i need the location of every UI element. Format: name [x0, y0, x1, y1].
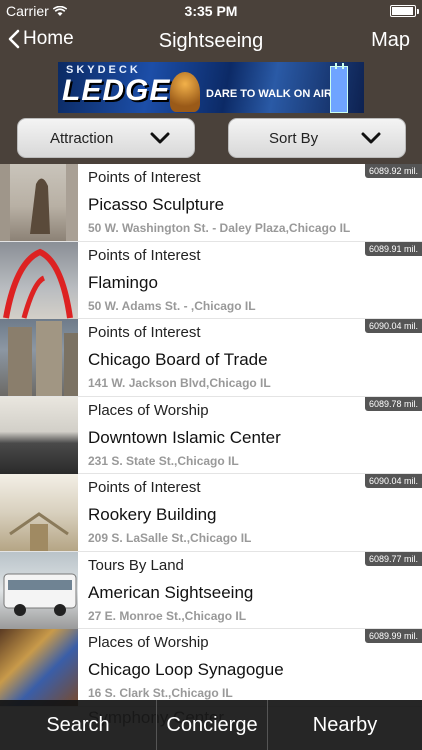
- chevron-down-icon: [361, 132, 381, 144]
- distance-badge: 6090.04 mil.: [364, 474, 422, 488]
- chevron-left-icon: [8, 29, 20, 49]
- chevron-down-icon: [150, 132, 170, 144]
- item-name: American Sightseeing: [88, 582, 254, 602]
- attraction-dropdown[interactable]: Attraction: [17, 118, 195, 158]
- home-back-button[interactable]: Home: [8, 28, 74, 50]
- item-category: Points of Interest: [88, 479, 201, 496]
- distance-badge: 6089.99 mil.: [364, 629, 422, 643]
- item-address: 16 S. Clark St.,Chicago IL: [88, 686, 233, 700]
- banner-tagline: DARE TO WALK ON AIR: [206, 88, 332, 100]
- item-category: Points of Interest: [88, 246, 201, 264]
- list-item[interactable]: Points of Interest Chicago Board of Trad…: [0, 319, 422, 397]
- battery-fill: [392, 7, 413, 15]
- islamic-center-thumbnail: [0, 396, 78, 474]
- item-name: Flamingo: [88, 272, 158, 292]
- map-button[interactable]: Map: [371, 29, 410, 52]
- sort-by-dropdown[interactable]: Sort By: [228, 118, 406, 158]
- item-address: 50 W. Washington St. - Daley Plaza,Chica…: [88, 221, 351, 235]
- skydeck-ad-banner[interactable]: SKYDECK LEDGE DARE TO WALK ON AIR: [58, 62, 364, 113]
- picasso-sculpture-thumbnail: [0, 164, 78, 241]
- nav-bar: Home Sightseeing Map: [0, 24, 422, 60]
- list-item[interactable]: Tours By Land American Sightseeing 27 E.…: [0, 551, 422, 629]
- item-name: Chicago Loop Synagogue: [88, 660, 284, 679]
- item-address: 231 S. State St.,Chicago IL: [88, 453, 239, 468]
- distance-badge: 6090.04 mil.: [364, 319, 422, 333]
- item-category: Places of Worship: [88, 401, 209, 419]
- item-address: 141 W. Jackson Blvd,Chicago IL: [88, 376, 271, 390]
- sort-by-dropdown-label: Sort By: [269, 129, 319, 147]
- tour-bus-thumbnail: [0, 551, 78, 629]
- status-bar: Carrier 3:35 PM: [0, 0, 422, 22]
- item-address: 27 E. Monroe St.,Chicago IL: [88, 608, 247, 623]
- item-name: Rookery Building: [88, 505, 217, 524]
- attraction-dropdown-label: Attraction: [50, 129, 114, 147]
- list-item[interactable]: Points of Interest Picasso Sculpture 50 …: [0, 164, 422, 242]
- item-category: Places of Worship: [88, 634, 209, 651]
- board-of-trade-thumbnail: [0, 319, 78, 396]
- synagogue-thumbnail: [0, 629, 78, 706]
- distance-badge: 6089.77 mil.: [364, 551, 422, 566]
- item-address: 209 S. LaSalle St.,Chicago IL: [88, 531, 252, 545]
- banner-person-image: [170, 72, 200, 112]
- banner-tower-image: [330, 63, 348, 113]
- item-address: 50 W. Adams St. - ,Chicago IL: [88, 298, 256, 313]
- back-label: Home: [23, 28, 74, 49]
- clock: 3:35 PM: [184, 3, 238, 19]
- list-item[interactable]: Places of Worship Downtown Islamic Cente…: [0, 396, 422, 474]
- list-item[interactable]: Places of Worship Chicago Loop Synagogue…: [0, 629, 422, 707]
- banner-brand-big: LEDGE: [62, 74, 171, 107]
- distance-badge: 6089.78 mil.: [364, 396, 422, 411]
- flamingo-thumbnail: [0, 241, 78, 319]
- rookery-building-thumbnail: [0, 474, 78, 551]
- distance-badge: 6089.91 mil.: [364, 241, 422, 256]
- item-name: Picasso Sculpture: [88, 195, 225, 214]
- tab-concierge[interactable]: Concierge: [157, 700, 267, 750]
- header: Carrier 3:35 PM Home Sightseeing Map SKY…: [0, 0, 422, 164]
- bottom-tab-bar: Search Concierge Nearby: [0, 700, 422, 750]
- item-category: Tours By Land: [88, 556, 184, 574]
- sightseeing-list: Points of Interest Picasso Sculpture 50 …: [0, 164, 422, 707]
- item-category: Points of Interest: [88, 324, 201, 341]
- item-name: Downtown Islamic Center: [88, 427, 281, 447]
- list-item[interactable]: Points of Interest Flamingo 50 W. Adams …: [0, 241, 422, 319]
- distance-badge: 6089.92 mil.: [364, 164, 422, 178]
- tab-nearby[interactable]: Nearby: [268, 700, 422, 750]
- item-name: Chicago Board of Trade: [88, 350, 268, 369]
- list-item[interactable]: Points of Interest Rookery Building 209 …: [0, 474, 422, 552]
- battery-icon: [390, 5, 419, 17]
- item-category: Points of Interest: [88, 169, 201, 186]
- tab-search[interactable]: Search: [0, 700, 156, 750]
